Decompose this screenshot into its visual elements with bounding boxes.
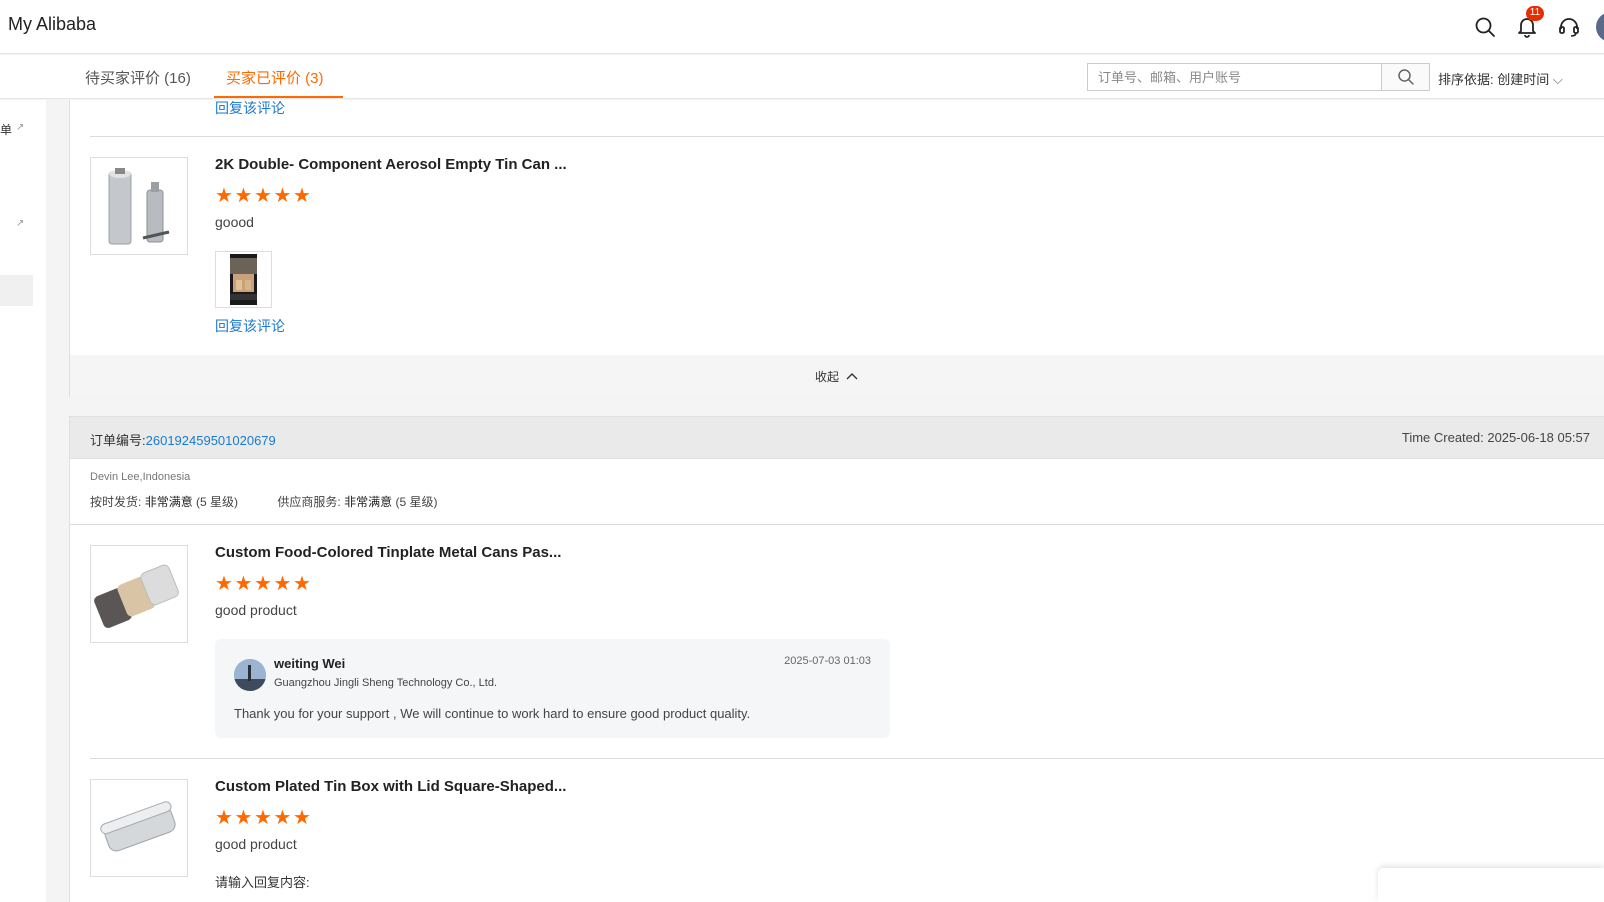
star-rating: ★ ★ ★ ★ ★ bbox=[215, 186, 313, 206]
service-label: 供应商服务: bbox=[277, 495, 341, 509]
headset-support-icon[interactable] bbox=[1554, 12, 1584, 42]
review-tabs-bar: 待买家评价 (16) 买家已评价 (3) 排序依据: 创建时间 ⌵ bbox=[0, 55, 1604, 99]
header-icons: 11 bbox=[1458, 6, 1604, 42]
star-icon: ★ bbox=[234, 807, 253, 829]
star-icon: ★ bbox=[234, 573, 253, 595]
review-comment: good product bbox=[215, 602, 297, 618]
external-link-icon: ↗ bbox=[16, 122, 25, 133]
product-title[interactable]: 2K Double- Component Aerosol Empty Tin C… bbox=[215, 156, 567, 173]
star-icon: ★ bbox=[293, 573, 311, 595]
notification-bell-icon[interactable]: 11 bbox=[1512, 6, 1544, 42]
brand-title[interactable]: My Alibaba bbox=[8, 14, 96, 35]
product-title[interactable]: Custom Plated Tin Box with Lid Square-Sh… bbox=[215, 778, 566, 795]
service-stars: (5 星级) bbox=[395, 495, 438, 509]
order-time-created: Time Created: 2025-06-18 05:57 bbox=[1401, 430, 1590, 445]
product-thumbnail[interactable] bbox=[90, 157, 188, 255]
divider bbox=[70, 524, 1604, 525]
supplier-company: Guangzhou Jingli Sheng Technology Co., L… bbox=[274, 677, 498, 689]
star-icon: ★ bbox=[215, 185, 233, 207]
chevron-down-icon: ⌵ bbox=[1552, 72, 1563, 87]
search-input[interactable] bbox=[1088, 64, 1381, 90]
supplier-avatar bbox=[234, 659, 266, 691]
star-rating: ★ ★ ★ ★ ★ bbox=[215, 808, 313, 828]
user-avatar[interactable] bbox=[1596, 12, 1604, 42]
order-number-link[interactable]: 260192459501020679 bbox=[146, 433, 276, 448]
search-box bbox=[1087, 63, 1430, 91]
star-rating: ★ ★ ★ ★ ★ bbox=[215, 574, 313, 594]
product-title[interactable]: Custom Food-Colored Tinplate Metal Cans … bbox=[215, 544, 561, 561]
divider bbox=[90, 758, 1604, 759]
search-button[interactable] bbox=[1381, 64, 1429, 90]
star-icon: ★ bbox=[234, 185, 253, 207]
external-link-icon: ↗ bbox=[16, 218, 25, 229]
sort-label: 排序依据: 创建时间 bbox=[1438, 72, 1550, 87]
collapse-label: 收起 bbox=[814, 369, 839, 384]
search-icon[interactable] bbox=[1470, 12, 1500, 42]
star-icon: ★ bbox=[215, 573, 233, 595]
product-thumbnail[interactable] bbox=[90, 545, 188, 643]
buyer-info: Devin Lee,Indonesia bbox=[90, 471, 191, 483]
supplier-name: weiting Wei bbox=[274, 656, 346, 671]
sort-dropdown[interactable]: 排序依据: 创建时间 ⌵ bbox=[1438, 69, 1563, 88]
reply-review-link[interactable]: 回复该评论 bbox=[215, 316, 285, 336]
sidebar-item-active[interactable] bbox=[0, 275, 33, 306]
top-header: My Alibaba 11 bbox=[0, 0, 1604, 54]
floating-panel[interactable] bbox=[1378, 868, 1604, 902]
reply-timestamp: 2025-07-03 01:03 bbox=[784, 655, 871, 667]
order-ratings: 按时发货: 非常满意 (5 星级) 供应商服务: 非常满意 (5 星级) bbox=[90, 493, 437, 510]
star-icon: ★ bbox=[273, 185, 292, 207]
product-thumbnail[interactable] bbox=[90, 779, 188, 877]
tab-pending-reviews[interactable]: 待买家评价 (16) bbox=[85, 67, 191, 88]
chevron-up-icon bbox=[846, 373, 858, 380]
review-comment: good product bbox=[215, 836, 297, 852]
order-number-label: 订单编号: bbox=[90, 433, 146, 448]
star-icon: ★ bbox=[293, 185, 311, 207]
supplier-reply: weiting Wei Guangzhou Jingli Sheng Techn… bbox=[215, 639, 890, 738]
on-time-value: 非常满意 bbox=[144, 495, 193, 509]
on-time-stars: (5 星级) bbox=[196, 495, 239, 509]
review-photo[interactable] bbox=[215, 251, 272, 308]
review-card: 回复该评论 2K Double- Component Aerosol Empty… bbox=[69, 100, 1604, 397]
star-icon: ★ bbox=[254, 807, 272, 829]
notification-badge: 11 bbox=[1526, 6, 1544, 21]
service-value: 非常满意 bbox=[344, 495, 393, 509]
review-comment: goood bbox=[215, 214, 254, 230]
tab-buyer-reviewed[interactable]: 买家已评价 (3) bbox=[226, 67, 324, 88]
on-time-label: 按时发货: bbox=[90, 495, 142, 509]
star-icon: ★ bbox=[273, 573, 292, 595]
sidebar-item-partial[interactable]: 单 bbox=[0, 121, 12, 138]
collapse-button[interactable]: 收起 bbox=[70, 355, 1604, 397]
star-icon: ★ bbox=[293, 807, 311, 829]
star-icon: ★ bbox=[273, 807, 292, 829]
reply-review-link[interactable]: 回复该评论 bbox=[215, 98, 285, 118]
reply-text: Thank you for your support , We will con… bbox=[234, 706, 751, 721]
divider bbox=[90, 136, 1604, 137]
left-sidebar: 单 ↗ ↗ bbox=[0, 100, 46, 902]
order-review-card: 订单编号:260192459501020679 Time Created: 20… bbox=[69, 416, 1604, 902]
order-header: 订单编号:260192459501020679 Time Created: 20… bbox=[70, 417, 1604, 459]
search-icon bbox=[1397, 69, 1414, 85]
star-icon: ★ bbox=[254, 185, 272, 207]
star-icon: ★ bbox=[215, 807, 233, 829]
reply-input-label: 请输入回复内容: bbox=[215, 875, 310, 890]
order-number-row: 订单编号:260192459501020679 bbox=[90, 430, 276, 449]
star-icon: ★ bbox=[254, 573, 272, 595]
